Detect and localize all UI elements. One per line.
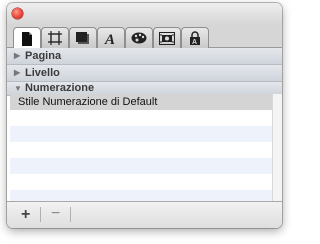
svg-text:A: A: [192, 39, 197, 45]
color-palette-icon: [131, 32, 147, 44]
font-letter-a-icon: A: [104, 31, 118, 45]
remove-button[interactable]: −: [51, 205, 60, 223]
tab-crop[interactable]: [41, 27, 69, 48]
close-icon[interactable]: [12, 8, 23, 19]
disclosure-collapsed-icon[interactable]: ▶: [14, 65, 20, 81]
tab-color[interactable]: [125, 27, 153, 48]
add-button[interactable]: +: [21, 206, 30, 224]
image-frame-icon: [159, 31, 175, 45]
tab-font[interactable]: A: [97, 27, 125, 48]
crop-frame-icon: [48, 31, 62, 45]
numbering-style-list: Stile Numerazione di Default: [10, 94, 272, 206]
lock-icon: A: [188, 31, 202, 45]
list-empty-row: [10, 126, 272, 142]
tab-lock[interactable]: A: [181, 27, 209, 48]
scrollbar[interactable]: [272, 94, 282, 201]
bottom-bar: + −: [7, 201, 282, 228]
disclosure-collapsed-icon[interactable]: ▶: [14, 48, 20, 64]
list-empty-row: [10, 158, 272, 174]
list-empty-row: [10, 142, 272, 158]
divider: [40, 207, 41, 222]
tab-document[interactable]: [13, 27, 41, 49]
shadow-square-icon: [76, 31, 90, 45]
section-label: Livello: [25, 67, 60, 79]
section-label: Pagina: [25, 50, 62, 62]
svg-text:A: A: [104, 32, 115, 45]
tab-shadow[interactable]: [69, 27, 97, 48]
document-icon: [21, 31, 33, 46]
list-item[interactable]: Stile Numerazione di Default: [10, 94, 272, 110]
list-empty-row: [10, 110, 272, 126]
section-livello[interactable]: ▶ Livello: [7, 65, 282, 82]
tab-image[interactable]: [153, 27, 181, 48]
divider: [70, 207, 71, 222]
inspector-tab-bar: A A: [7, 25, 282, 49]
section-pagina[interactable]: ▶ Pagina: [7, 48, 282, 65]
inspector-panel: A A ▶ Pagina ▶ Livello ▼ Numerazione Sti…: [7, 3, 282, 228]
list-empty-row: [10, 174, 272, 190]
title-bar: [7, 3, 282, 25]
